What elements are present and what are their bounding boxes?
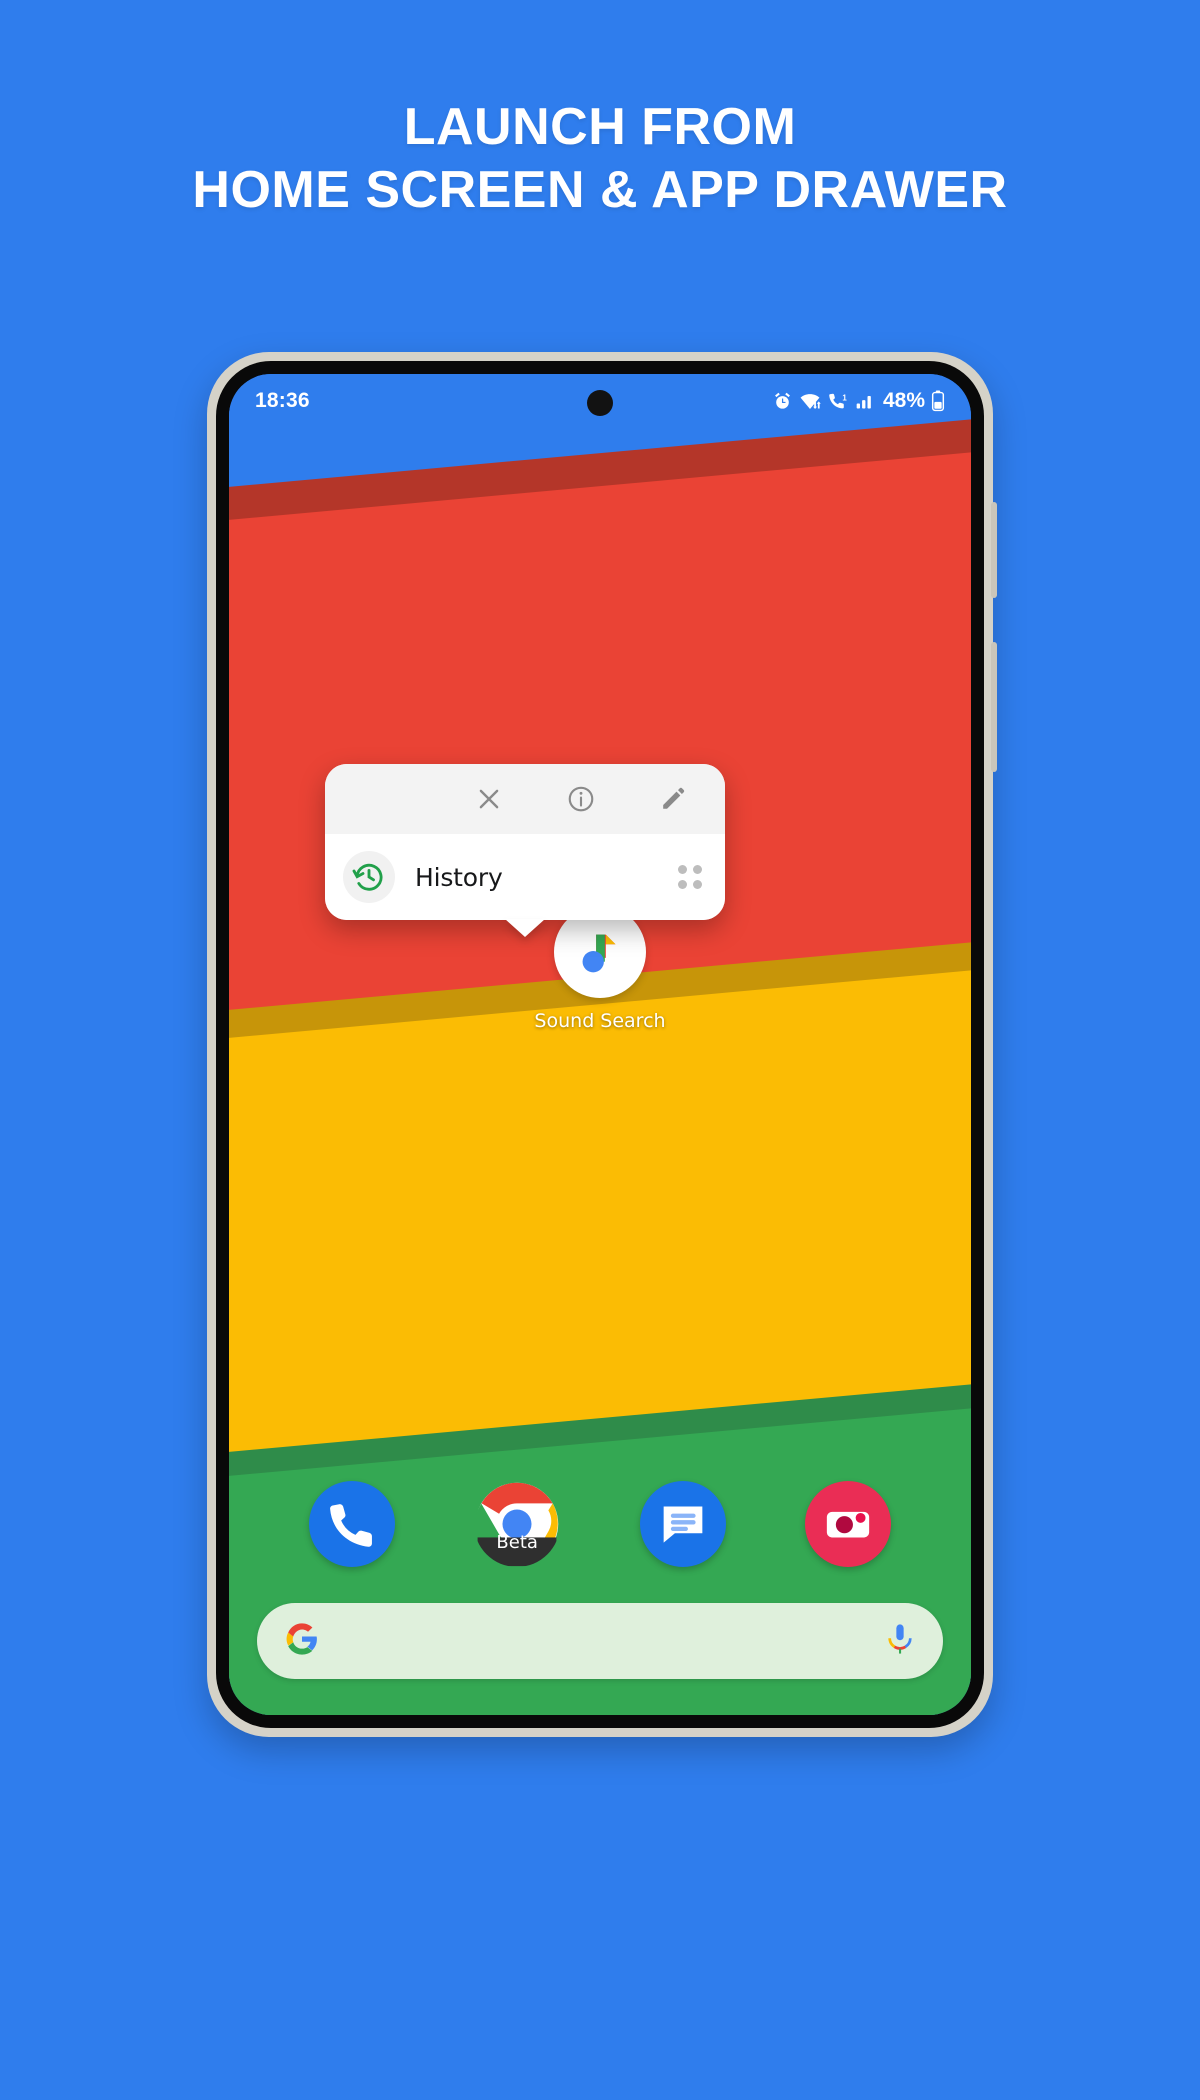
phone-volume-button[interactable]	[991, 502, 997, 598]
info-icon[interactable]	[565, 783, 597, 815]
promo-heading-line-1: LAUNCH FROM	[403, 98, 797, 156]
battery-icon	[931, 390, 945, 412]
promo-heading: LAUNCH FROM HOME SCREEN & APP DRAWER	[0, 96, 1200, 223]
popup-pointer	[505, 919, 545, 937]
popup-header	[325, 764, 725, 834]
signal-icon	[855, 391, 875, 411]
dock-icon-chrome-beta[interactable]: Beta	[474, 1481, 560, 1567]
close-icon[interactable]	[473, 783, 505, 815]
dock-icon-messages[interactable]	[639, 1481, 726, 1567]
phone-power-button[interactable]	[991, 642, 997, 772]
alarm-icon	[772, 391, 793, 412]
popup-shortcut-row[interactable]: History	[325, 834, 725, 920]
microphone-icon[interactable]	[885, 1622, 915, 1661]
promo-heading-line-2: HOME SCREEN & APP DRAWER	[192, 161, 1008, 220]
svg-text:1: 1	[842, 393, 847, 402]
chrome-beta-label: Beta	[496, 1532, 538, 1553]
camera-punch-hole	[587, 390, 613, 416]
status-bar-icons: 1 48%	[772, 389, 945, 413]
google-search-bar[interactable]	[257, 1603, 943, 1679]
call-forward-icon: 1	[827, 391, 849, 412]
status-bar-clock: 18:36	[255, 389, 310, 412]
battery-percentage: 48%	[882, 389, 925, 412]
app-shortcut-popup: History	[325, 764, 725, 937]
phone-screen: 18:36 1 48% History Sound Search Beta	[229, 374, 971, 1715]
shortcut-label-history: History	[415, 862, 503, 892]
google-g-icon	[285, 1622, 319, 1661]
dock-icon-camera[interactable]	[805, 1481, 892, 1567]
history-icon	[343, 851, 395, 903]
phone-mockup: 18:36 1 48% History Sound Search Beta	[207, 352, 997, 1737]
app-shortcut-label: Sound Search	[534, 1010, 666, 1032]
wifi-icon	[799, 391, 821, 412]
dock: Beta	[229, 1481, 971, 1567]
drag-handle-icon[interactable]	[677, 864, 703, 890]
edit-icon[interactable]	[657, 783, 689, 815]
search-input[interactable]	[319, 1603, 885, 1679]
dock-icon-phone[interactable]	[308, 1481, 395, 1567]
